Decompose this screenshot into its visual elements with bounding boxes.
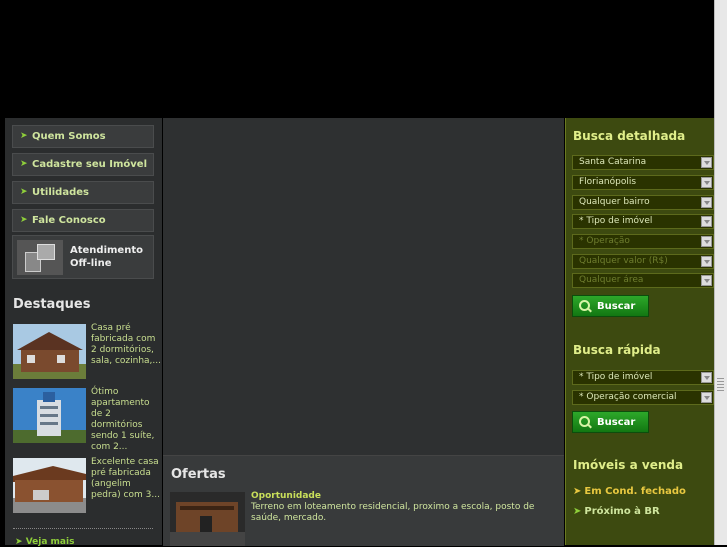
menu-fale-conosco[interactable]: ➤ Fale Conosco xyxy=(12,209,154,232)
search-icon xyxy=(578,299,592,313)
arrow-icon: ➤ xyxy=(573,486,582,497)
atendimento-line1: Atendimento xyxy=(70,245,143,256)
destaque-desc: Casa pré fabricada com 2 dormitórios, sa… xyxy=(91,323,161,366)
destaques-title: Destaques xyxy=(13,297,91,312)
bairro-select[interactable]: Qualquer bairro xyxy=(572,195,714,210)
veja-mais-link[interactable]: ➤ Veja mais xyxy=(15,537,74,547)
dropdown-arrow-icon xyxy=(701,177,712,188)
search-icon xyxy=(578,415,592,429)
menu-label: Cadastre seu Imóvel xyxy=(32,159,147,170)
scrollbar-grip[interactable] xyxy=(717,378,724,392)
arrow-icon: ➤ xyxy=(20,215,28,225)
link-proximo-br[interactable]: ➤ Próximo à BR xyxy=(573,506,660,517)
dropdown-arrow-icon xyxy=(701,372,712,383)
property-photo xyxy=(13,324,86,379)
dropdown-arrow-icon xyxy=(701,275,712,286)
rapida-operacao-select[interactable]: * Operação comercial xyxy=(572,390,714,405)
oferta-photo[interactable] xyxy=(170,492,245,546)
dropdown-arrow-icon xyxy=(701,256,712,267)
main-content xyxy=(163,118,564,455)
arrow-icon: ➤ xyxy=(20,187,28,197)
dropdown-arrow-icon xyxy=(701,197,712,208)
search-panel: Busca detalhada Santa Catarina Florianóp… xyxy=(565,118,715,545)
dropdown-arrow-icon xyxy=(701,392,712,403)
rapida-tipo-select[interactable]: * Tipo de imóvel xyxy=(572,370,714,385)
valor-select[interactable]: Qualquer valor (R$) xyxy=(572,254,714,269)
tipo-imovel-select[interactable]: * Tipo de imóvel xyxy=(572,214,714,229)
imoveis-venda-title: Imóveis a venda xyxy=(573,458,684,472)
menu-label: Quem Somos xyxy=(32,131,106,142)
destaque-item[interactable]: Casa pré fabricada com 2 dormitórios, sa… xyxy=(13,323,162,380)
left-sidebar: ➤ Quem Somos ➤ Cadastre seu Imóvel ➤ Uti… xyxy=(5,118,162,547)
dropdown-arrow-icon xyxy=(701,157,712,168)
header-banner xyxy=(0,0,715,118)
monitor-icon xyxy=(17,240,63,275)
busca-rapida-title: Busca rápida xyxy=(573,343,661,357)
dropdown-arrow-icon xyxy=(701,216,712,227)
atendimento-status[interactable]: Atendimento Off-line xyxy=(12,235,154,279)
atendimento-line2: Off-line xyxy=(70,258,112,269)
dropdown-arrow-icon xyxy=(701,236,712,247)
busca-detalhada-title: Busca detalhada xyxy=(573,129,686,143)
destaque-desc: Excelente casa pré fabricada (angelim pe… xyxy=(91,457,160,500)
ofertas-section: Ofertas Oportunidade Terreno em loteamen… xyxy=(163,455,564,546)
menu-label: Utilidades xyxy=(32,187,89,198)
destaque-item[interactable]: Ótimo apartamento de 2 dormitórios sendo… xyxy=(13,387,162,452)
cidade-select[interactable]: Florianópolis xyxy=(572,175,714,190)
divider xyxy=(13,528,153,529)
arrow-icon: ➤ xyxy=(20,159,28,169)
menu-utilidades[interactable]: ➤ Utilidades xyxy=(12,181,154,204)
operacao-select[interactable]: * Operação xyxy=(572,234,714,249)
area-select[interactable]: Qualquer área xyxy=(572,273,714,288)
estado-select[interactable]: Santa Catarina xyxy=(572,155,714,170)
buscar-detalhada-button[interactable]: Buscar xyxy=(572,295,649,317)
menu-label: Fale Conosco xyxy=(32,215,106,226)
ofertas-title: Ofertas xyxy=(171,467,226,482)
menu-quem-somos[interactable]: ➤ Quem Somos xyxy=(12,125,154,148)
oferta-title[interactable]: Oportunidade xyxy=(251,491,321,501)
property-photo xyxy=(13,458,86,513)
buscar-rapida-button[interactable]: Buscar xyxy=(572,411,649,433)
arrow-icon: ➤ xyxy=(573,506,582,517)
arrow-icon: ➤ xyxy=(20,131,28,141)
destaque-item[interactable]: Excelente casa pré fabricada (angelim pe… xyxy=(13,457,162,514)
menu-cadastre[interactable]: ➤ Cadastre seu Imóvel xyxy=(12,153,154,176)
property-photo xyxy=(13,388,86,443)
page-scrollbar[interactable] xyxy=(714,0,727,545)
destaque-desc: Ótimo apartamento de 2 dormitórios sendo… xyxy=(91,387,155,452)
oferta-desc: Terreno em loteamento residencial, proxi… xyxy=(251,502,535,523)
link-cond-fechado[interactable]: ➤ Em Cond. fechado xyxy=(573,486,686,497)
